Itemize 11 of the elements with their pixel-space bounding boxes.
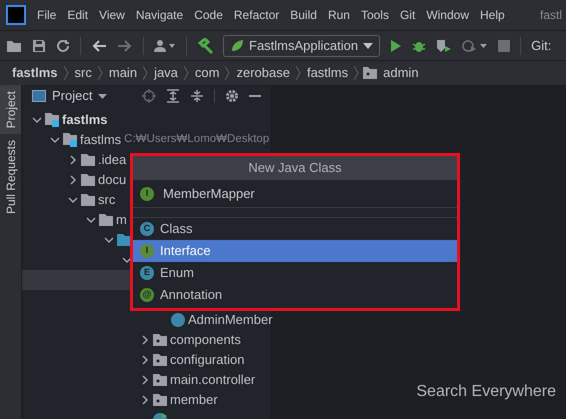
kind-badge-icon: @ [140, 288, 154, 302]
panel-title: Project [52, 87, 92, 106]
window-title: fastl [540, 7, 563, 24]
git-label: Git: [531, 36, 552, 55]
kind-badge-icon: I [140, 244, 154, 258]
interface-badge-icon: I [140, 186, 154, 200]
kind-badge-icon: E [140, 266, 154, 280]
popup-title: New Java Class [133, 156, 457, 180]
kind-badge-icon: C [140, 222, 154, 236]
tree-item-path: C:₩Users₩Lomo₩Desktop [124, 132, 270, 148]
search-everywhere-hint: Search Everywhere [416, 382, 556, 402]
